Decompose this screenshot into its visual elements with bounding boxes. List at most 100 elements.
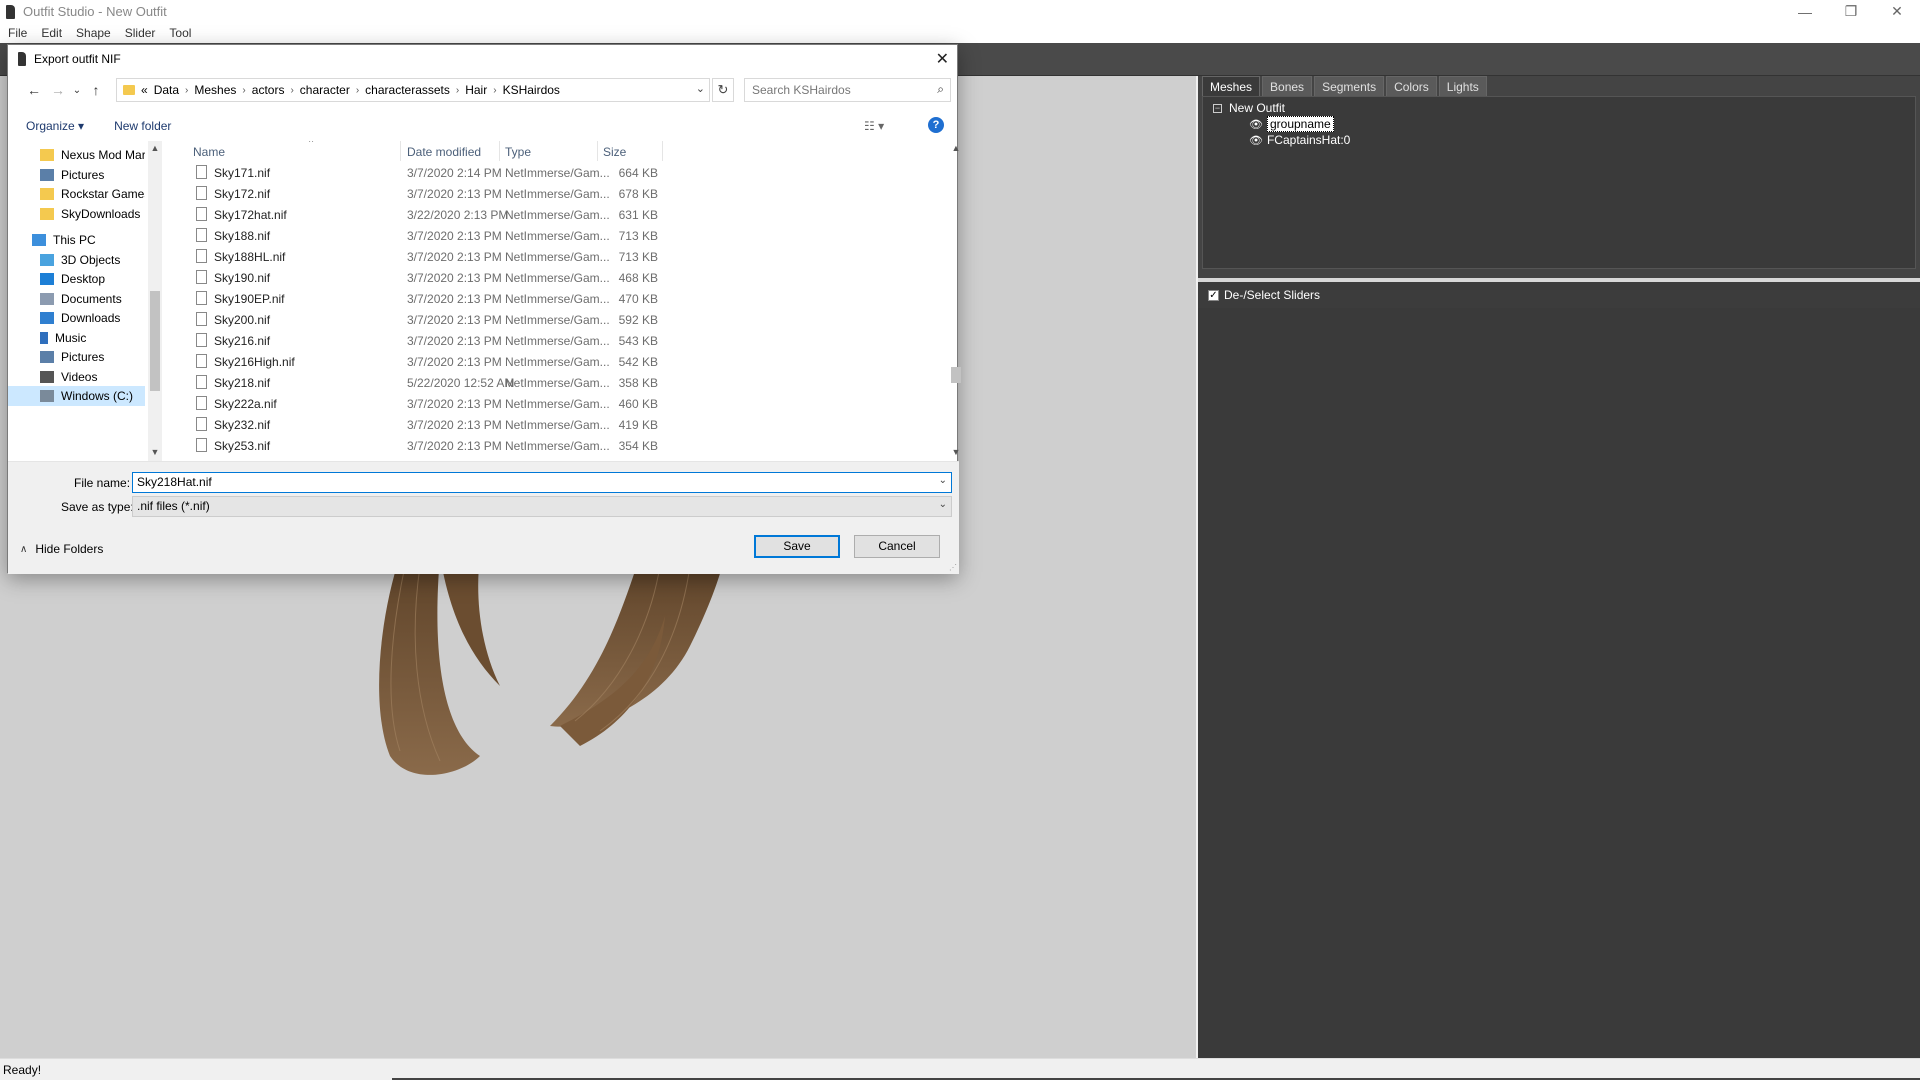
menu-edit[interactable]: Edit: [33, 26, 68, 40]
chevron-right-icon[interactable]: ›: [356, 85, 359, 96]
breadcrumb-item[interactable]: Hair: [465, 83, 487, 97]
file-row[interactable]: Sky232.nif 3/7/2020 2:13 PM NetImmerse/Gam…: [181, 414, 781, 435]
nav-item[interactable]: Desktop: [8, 269, 105, 289]
collapse-icon[interactable]: −: [1213, 103, 1222, 113]
tree-root[interactable]: − New Outfit: [1213, 101, 1285, 115]
breadcrumb-item[interactable]: character: [300, 83, 350, 97]
nav-scrollbar[interactable]: ▲ ▼: [148, 141, 162, 461]
nav-item[interactable]: Pictures: [8, 165, 104, 185]
file-row[interactable]: Sky190.nif 3/7/2020 2:13 PM NetImmerse/Gam…: [181, 267, 781, 288]
restore-icon[interactable]: ❐: [1828, 0, 1874, 23]
scroll-up-icon[interactable]: ▲: [148, 143, 162, 153]
chevron-right-icon[interactable]: ›: [185, 85, 188, 96]
breadcrumb-item[interactable]: KSHairdos: [503, 83, 560, 97]
menu-slider[interactable]: Slider: [117, 26, 162, 40]
cancel-button[interactable]: Cancel: [854, 535, 940, 558]
close-icon[interactable]: ✕: [936, 49, 949, 69]
chevron-right-icon[interactable]: ›: [493, 85, 496, 96]
address-bar[interactable]: « Data › Meshes › actors › character › c…: [116, 78, 710, 102]
nav-item[interactable]: Music: [8, 328, 86, 348]
scroll-thumb[interactable]: [951, 367, 961, 383]
nav-item[interactable]: Videos: [8, 367, 97, 387]
select-sliders-checkbox[interactable]: ✓: [1208, 289, 1219, 301]
nav-item[interactable]: Pictures: [8, 347, 104, 367]
chevron-down-icon[interactable]: ⌄: [939, 475, 947, 486]
new-folder-button[interactable]: New folder: [114, 119, 171, 133]
column-divider[interactable]: [499, 141, 500, 161]
menu-shape[interactable]: Shape: [68, 26, 117, 40]
file-row[interactable]: Sky216.nif 3/7/2020 2:13 PM NetImmerse/Gam…: [181, 330, 781, 351]
column-divider[interactable]: [597, 141, 598, 161]
column-name[interactable]: Name: [193, 145, 225, 159]
menu-file[interactable]: File: [0, 26, 33, 40]
nav-item[interactable]: Rockstar Games: [8, 184, 145, 204]
file-icon: [196, 207, 207, 221]
save-button[interactable]: Save: [754, 535, 840, 558]
scroll-thumb[interactable]: [150, 291, 160, 391]
file-row[interactable]: Sky172.nif 3/7/2020 2:13 PM NetImmerse/Gam…: [181, 183, 781, 204]
breadcrumb-item[interactable]: Data: [154, 83, 179, 97]
chevron-right-icon[interactable]: ›: [456, 85, 459, 96]
eye-icon[interactable]: 👁: [1249, 134, 1263, 147]
up-icon[interactable]: ↑: [84, 82, 108, 98]
column-type[interactable]: Type: [505, 145, 531, 159]
help-icon[interactable]: ?: [928, 117, 944, 133]
file-row[interactable]: Sky188.nif 3/7/2020 2:13 PM NetImmerse/Gam…: [181, 225, 781, 246]
scroll-down-icon[interactable]: ▼: [949, 447, 963, 457]
tree-item[interactable]: 👁 FCaptainsHat:0: [1249, 133, 1350, 147]
scroll-up-icon[interactable]: ▲: [949, 143, 963, 153]
recent-dropdown-icon[interactable]: ⌄: [70, 85, 84, 96]
tree-item[interactable]: 👁 groupname: [1249, 116, 1334, 132]
file-row[interactable]: Sky216High.nif 3/7/2020 2:13 PM NetImmerse…: [181, 351, 781, 372]
breadcrumb-overflow[interactable]: «: [141, 83, 148, 97]
tab-bones[interactable]: Bones: [1262, 76, 1313, 96]
breadcrumb-item[interactable]: Meshes: [194, 83, 236, 97]
nav-item-selected[interactable]: Windows (C:): [8, 386, 145, 406]
file-row[interactable]: Sky190EP.nif 3/7/2020 2:13 PM NetImmerse/G…: [181, 288, 781, 309]
file-row[interactable]: Sky253.nif 3/7/2020 2:13 PM NetImmerse/Gam…: [181, 435, 781, 456]
file-row[interactable]: Sky171.nif 3/7/2020 2:14 PM NetImmerse/Gam…: [181, 162, 781, 183]
file-row[interactable]: Sky188HL.nif 3/7/2020 2:13 PM NetImmerse/G…: [181, 246, 781, 267]
tab-lights[interactable]: Lights: [1438, 76, 1487, 96]
minimize-icon[interactable]: —: [1782, 0, 1828, 23]
nav-item[interactable]: Downloads: [8, 308, 120, 328]
chevron-right-icon[interactable]: ›: [290, 85, 293, 96]
refresh-icon[interactable]: ↻: [712, 78, 734, 102]
search-icon[interactable]: ⌕: [937, 82, 944, 97]
chevron-right-icon[interactable]: ›: [242, 85, 245, 96]
file-row[interactable]: Sky222a.nif 3/7/2020 2:13 PM NetImmerse/Ga…: [181, 393, 781, 414]
column-size[interactable]: Size: [603, 145, 626, 159]
file-list-scrollbar[interactable]: ▲ ▼: [949, 141, 963, 461]
back-icon[interactable]: ←: [22, 82, 46, 98]
search-input[interactable]: Search KSHairdos ⌕: [744, 78, 951, 102]
tab-segments[interactable]: Segments: [1314, 76, 1385, 96]
view-options-icon[interactable]: ☷ ▾: [864, 119, 884, 133]
tab-meshes[interactable]: Meshes: [1202, 76, 1261, 96]
nav-item-this-pc[interactable]: This PC: [8, 230, 96, 250]
forward-icon[interactable]: →: [46, 82, 70, 98]
organize-button[interactable]: Organize ▾: [26, 119, 84, 133]
breadcrumb-item[interactable]: characterassets: [365, 83, 450, 97]
file-row[interactable]: Sky172hat.nif 3/22/2020 2:13 PM NetImmerse…: [181, 204, 781, 225]
chevron-down-icon[interactable]: ⌄: [939, 499, 947, 510]
column-divider[interactable]: [662, 141, 663, 161]
nav-item[interactable]: 3D Objects: [8, 250, 120, 270]
nav-item[interactable]: Nexus Mod Mar: [8, 145, 145, 165]
hide-folders-button[interactable]: ∧ Hide Folders: [20, 542, 103, 556]
file-name-input[interactable]: Sky218Hat.nif ⌄: [132, 472, 952, 493]
chevron-down-icon[interactable]: ⌄: [696, 82, 705, 95]
column-date[interactable]: Date modified: [407, 145, 481, 159]
save-type-select[interactable]: .nif files (*.nif) ⌄: [132, 496, 952, 517]
eye-icon[interactable]: 👁: [1249, 118, 1263, 131]
breadcrumb-item[interactable]: actors: [252, 83, 285, 97]
close-window-icon[interactable]: ✕: [1874, 0, 1920, 23]
resize-grip-icon[interactable]: ⋰: [949, 563, 957, 572]
nav-item[interactable]: SkyDownloads: [8, 204, 140, 224]
nav-item[interactable]: Documents: [8, 289, 122, 309]
file-row[interactable]: Sky200.nif 3/7/2020 2:13 PM NetImmerse/Gam…: [181, 309, 781, 330]
tab-colors[interactable]: Colors: [1386, 76, 1437, 96]
menu-tool[interactable]: Tool: [161, 26, 197, 40]
column-divider[interactable]: [400, 141, 401, 161]
file-row[interactable]: Sky218.nif 5/22/2020 12:52 AM NetImmerse/G…: [181, 372, 781, 393]
scroll-down-icon[interactable]: ▼: [148, 447, 162, 457]
